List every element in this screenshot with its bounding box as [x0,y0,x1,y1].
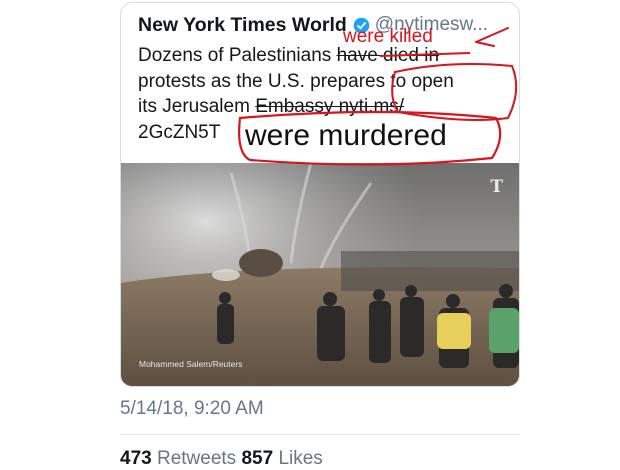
likes-label[interactable]: Likes [278,448,322,469]
retweets-count[interactable]: 473 [120,448,152,469]
tweet-text-span: Dozens of Palestinians [138,45,337,66]
tweet-text-span: its Jerusalem [138,96,256,117]
photo-credit: Mohammed Salem/Reuters [139,359,243,369]
tweet-text-line: Dozens of Palestinians have died in [138,43,510,69]
tweet-stats: 473 Retweets 857 Likes [120,448,323,470]
crossed-out-link[interactable]: Embassy nyti.ms/ [255,96,404,117]
likes-count[interactable]: 857 [241,448,273,469]
retweets-label[interactable]: Retweets [157,448,236,469]
divider [120,434,520,435]
annotation-were-killed: were killed [343,26,433,47]
nyt-logo: T [490,177,503,197]
annotation-were-murdered: were murdered [245,119,447,152]
tweet-text-span: protests as the U.S. prepares to open [138,70,454,92]
tweet-photo[interactable]: T Mohammed Salem/Reuters [121,163,519,386]
account-name[interactable]: New York Times World [138,14,347,37]
tweet-link[interactable]: 2GcZN5T [138,122,220,143]
tweet-header: New York Times World @nytimesw... [138,11,488,39]
tweet-card[interactable]: New York Times World @nytimesw... Dozens… [120,2,520,387]
protest-photo [121,163,519,386]
tweet-timestamp[interactable]: 5/14/18, 9:20 AM [120,398,264,420]
crossed-out-text: have died in [336,45,440,66]
tweet-text-line: protests as the U.S. prepares to open [138,69,510,95]
tweet-text-line: its Jerusalem Embassy nyti.ms/ [138,94,510,120]
